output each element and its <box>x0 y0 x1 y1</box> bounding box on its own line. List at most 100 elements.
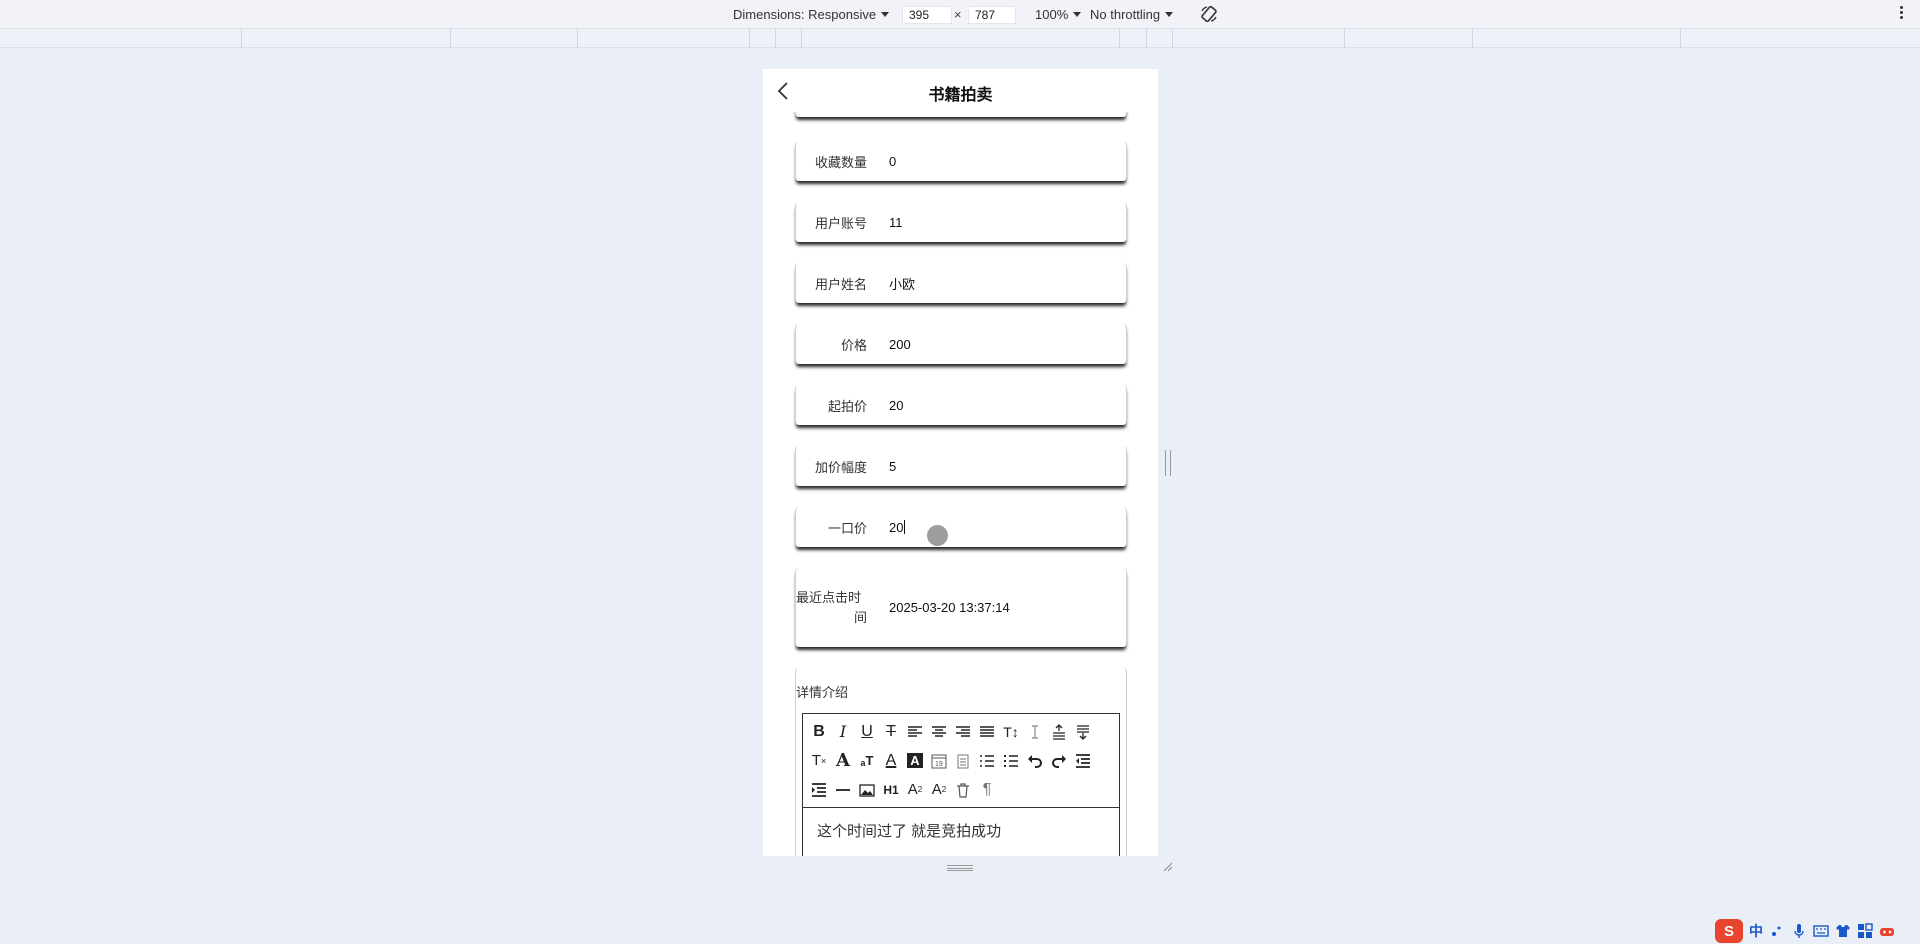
clear-format-icon[interactable]: T × <box>807 746 831 775</box>
undo-icon[interactable] <box>1023 746 1047 775</box>
dimensions-dropdown[interactable]: Dimensions: Responsive <box>733 7 890 22</box>
dimensions-label: Dimensions: Responsive <box>733 7 877 22</box>
throttling-dropdown[interactable]: No throttling <box>1090 7 1174 22</box>
paste-icon[interactable] <box>951 746 975 775</box>
editor-content[interactable]: 这个时间过了 就是竞拍成功 <box>803 808 1119 853</box>
field-label: 加价幅度 <box>814 459 867 475</box>
form-row-recent-click-time: 最近点击时 间 2025-03-20 13:37:14 <box>795 568 1127 647</box>
field-label: 最近点击时 间 <box>796 588 867 628</box>
align-right-icon[interactable] <box>951 717 975 746</box>
font-size-icon[interactable]: T↕ <box>999 717 1023 746</box>
zoom-label: 100% <box>1035 7 1069 22</box>
field-label-line1: 最近点击时 <box>796 589 862 605</box>
text-size-icon[interactable]: ₐT <box>855 746 879 775</box>
media-query-ruler <box>0 29 1920 48</box>
app-header: 书籍拍卖 <box>763 69 1158 112</box>
form-row-bid-increment: 加价幅度 5 <box>795 446 1127 486</box>
chevron-down-icon <box>1165 12 1174 17</box>
field-label-line2: 间 <box>853 609 867 625</box>
dimension-separator: × <box>954 7 962 22</box>
touch-cursor-indicator <box>927 525 948 546</box>
heading-icon[interactable]: H1 <box>879 775 903 804</box>
bold-icon[interactable]: B <box>807 717 831 746</box>
align-left-icon[interactable] <box>903 717 927 746</box>
font-family-icon[interactable]: A <box>831 746 855 775</box>
date-icon[interactable]: 19 <box>927 746 951 775</box>
trash-icon[interactable] <box>951 775 975 804</box>
corner-resize-handle[interactable] <box>1161 860 1173 872</box>
align-justify-icon[interactable] <box>975 717 999 746</box>
field-label: 起拍价 <box>827 398 867 414</box>
field-label: 一口价 <box>827 520 867 536</box>
field-value[interactable]: 11 <box>889 215 903 230</box>
detail-card: 详情介绍 B I U T T↕ T × A ₐT A A 19 H1 A 2 A… <box>795 668 1127 856</box>
field-value[interactable]: 2025-03-20 13:37:14 <box>889 600 1010 615</box>
indent-icon[interactable] <box>807 775 831 804</box>
subscript-icon[interactable]: A2 <box>903 775 927 804</box>
form-row-user-account: 用户账号 11 <box>795 202 1127 242</box>
superscript-letter: A <box>931 781 942 798</box>
pilcrow-icon[interactable]: ¶ <box>975 775 999 804</box>
text-cursor <box>904 519 906 534</box>
viewport-width-input[interactable] <box>902 6 952 24</box>
chevron-down-icon <box>881 12 890 17</box>
strikethrough-icon[interactable]: T <box>879 717 903 746</box>
field-value[interactable]: 20 <box>889 398 903 413</box>
field-value[interactable]: 200 <box>889 337 911 352</box>
space-after-icon[interactable] <box>1071 717 1095 746</box>
field-label: 收藏数量 <box>814 154 867 170</box>
form-row-collect-count: 收藏数量 0 <box>795 141 1127 181</box>
italic-icon[interactable]: I <box>831 717 855 746</box>
ordered-list-icon[interactable] <box>975 746 999 775</box>
ime-tray: S 中 <box>1715 918 1920 944</box>
keyboard-icon[interactable] <box>1813 923 1829 939</box>
field-label: 用户姓名 <box>814 276 867 292</box>
field-value[interactable]: 5 <box>889 459 896 474</box>
background-color-icon[interactable]: A <box>903 746 927 775</box>
form-row-user-name: 用户姓名 小欧 <box>795 263 1127 303</box>
ime-mode-label[interactable]: 中 <box>1749 921 1763 941</box>
form-row <box>795 112 1127 117</box>
svg-text:19: 19 <box>935 761 943 768</box>
rotate-icon[interactable] <box>1200 5 1218 23</box>
field-value[interactable]: 小欧 <box>889 274 915 293</box>
skin-icon[interactable] <box>1835 923 1851 939</box>
unordered-list-icon[interactable] <box>999 746 1023 775</box>
detail-label: 详情介绍 <box>796 685 849 700</box>
form-scroll-area[interactable]: 收藏数量 0 用户账号 11 用户姓名 小欧 价格 200 起拍价 20 加价幅… <box>763 112 1158 856</box>
align-center-icon[interactable] <box>927 717 951 746</box>
underline-icon[interactable]: U <box>855 717 879 746</box>
field-label: 价格 <box>840 337 867 353</box>
bottom-resize-handle[interactable] <box>947 865 973 871</box>
rich-text-editor[interactable]: B I U T T↕ T × A ₐT A A 19 H1 A 2 A 2 ¶ … <box>802 713 1120 856</box>
space-before-icon[interactable] <box>1047 717 1071 746</box>
game-icon[interactable] <box>1879 923 1895 939</box>
line-height-icon[interactable] <box>1023 717 1047 746</box>
chevron-down-icon <box>1073 12 1082 17</box>
field-value[interactable]: 0 <box>889 154 896 169</box>
form-row-start-price: 起拍价 20 <box>795 385 1127 425</box>
page-title: 书籍拍卖 <box>928 87 993 104</box>
editor-toolbar: B I U T T↕ T × A ₐT A A 19 H1 A 2 A 2 ¶ <box>803 714 1119 808</box>
microphone-icon[interactable] <box>1791 923 1807 939</box>
sogou-logo-icon[interactable]: S <box>1715 919 1743 943</box>
form-row-buyout-price: 一口价 20 <box>795 507 1127 547</box>
toolbox-icon[interactable] <box>1857 923 1873 939</box>
outdent-icon[interactable] <box>1071 746 1095 775</box>
zoom-dropdown[interactable]: 100% <box>1035 7 1082 22</box>
subscript-letter: A <box>907 781 918 798</box>
devtools-toolbar: Dimensions: Responsive × 100% No throttl… <box>0 0 1920 29</box>
superscript-icon[interactable]: A2 <box>927 775 951 804</box>
more-options-icon[interactable] <box>1900 6 1904 22</box>
font-color-icon[interactable]: A <box>879 746 903 775</box>
punctuation-icon[interactable] <box>1769 923 1785 939</box>
field-label: 用户账号 <box>814 215 867 231</box>
image-icon[interactable] <box>855 775 879 804</box>
right-resize-handle[interactable] <box>1165 450 1171 476</box>
viewport-height-input[interactable] <box>968 6 1016 24</box>
redo-icon[interactable] <box>1047 746 1071 775</box>
buyout-price-input[interactable]: 20 <box>889 519 906 535</box>
field-value: 20 <box>889 519 904 535</box>
horizontal-rule-icon[interactable] <box>831 775 855 804</box>
device-viewport: 书籍拍卖 收藏数量 0 用户账号 11 用户姓名 小欧 价格 200 起拍价 2… <box>763 69 1158 856</box>
